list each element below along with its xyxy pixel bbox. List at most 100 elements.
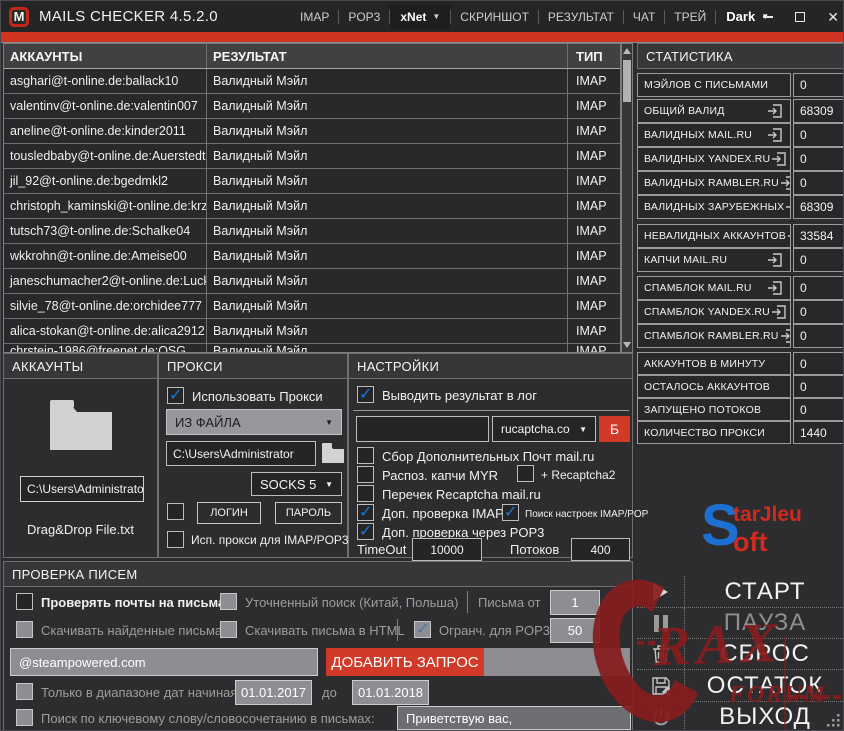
pop3-check-checkbox[interactable]: [357, 521, 374, 541]
auth-checkbox[interactable]: [167, 503, 184, 520]
log-output-checkbox[interactable]: [357, 384, 374, 404]
power-icon: [637, 702, 685, 730]
use-proxy-imap-checkbox[interactable]: [167, 531, 184, 548]
col-type[interactable]: ТИП: [568, 44, 620, 68]
cell-type: IMAP: [576, 149, 607, 163]
table-row[interactable]: asghari@t-online.de:ballack10 Валидный Мэ…: [4, 69, 620, 94]
table-row-clipped[interactable]: chrstein-1986@freenet.de:OSG Валидный Мэй…: [4, 344, 620, 352]
menu-result[interactable]: РЕЗУЛЬТАТ: [539, 10, 623, 24]
reset-label: СБРОС: [720, 640, 810, 667]
export-icon[interactable]: [770, 303, 788, 321]
recaptcha2-checkbox[interactable]: [517, 465, 534, 482]
add-query-button[interactable]: ДОБАВИТЬ ЗАПРОС: [326, 648, 484, 676]
download-html-checkbox[interactable]: [220, 621, 237, 638]
folder-icon[interactable]: [48, 398, 114, 452]
cell-type: IMAP: [576, 299, 607, 313]
table-row[interactable]: alica-stokan@t-online.de:alica2912 Валидн…: [4, 319, 620, 344]
start-button[interactable]: СТАРТ: [637, 576, 843, 607]
export-icon[interactable]: [770, 150, 788, 168]
keyword-checkbox[interactable]: [16, 709, 33, 726]
threads-label: Потоков: [510, 542, 560, 557]
col-accounts[interactable]: АККАУНТЫ: [4, 44, 206, 68]
xnet-dropdown[interactable]: xNet ▼: [390, 4, 451, 29]
collect-mails-checkbox[interactable]: [357, 447, 374, 464]
export-icon[interactable]: [766, 279, 784, 297]
table-row[interactable]: silvie_78@t-online.de:orchidee777 Валидны…: [4, 294, 620, 319]
reset-button[interactable]: СБРОС: [637, 638, 843, 669]
table-scrollbar[interactable]: [621, 43, 633, 353]
scrollbar-thumb[interactable]: [623, 60, 631, 102]
table-header: АККАУНТЫ РЕЗУЛЬТАТ ТИП: [4, 44, 620, 69]
keyword-input[interactable]: Приветствую вас,: [397, 706, 631, 730]
resize-grip[interactable]: [827, 714, 840, 727]
table-row[interactable]: janeschumacher2@t-online.de:Lucky Валидны…: [4, 269, 620, 294]
maximize-button[interactable]: [795, 11, 806, 22]
export-icon[interactable]: [784, 198, 791, 216]
export-icon[interactable]: [779, 327, 791, 345]
table-row[interactable]: valentinv@t-online.de:valentin007 Валидны…: [4, 94, 620, 119]
pop3-limit-input[interactable]: 50: [550, 618, 600, 643]
export-icon[interactable]: [786, 227, 791, 245]
scroll-up-icon[interactable]: [623, 48, 631, 54]
pop3-limit-checkbox[interactable]: [414, 619, 431, 639]
col-result[interactable]: РЕЗУЛЬТАТ: [206, 44, 568, 68]
accounts-file-path[interactable]: C:\Users\Administrato: [20, 476, 144, 502]
table-row[interactable]: jil_92@t-online.de:bgedmkl2 Валидный Мэйл…: [4, 169, 620, 194]
captcha-service-dropdown[interactable]: rucaptcha.co ▼: [492, 416, 596, 442]
proxy-source-dropdown[interactable]: ИЗ ФАЙЛА ▼: [166, 409, 342, 435]
proxy-type-dropdown[interactable]: SOCKS 5 ▼: [251, 472, 342, 496]
menu-pop3[interactable]: POP3: [339, 10, 389, 24]
logo-bottom-text: oft: [733, 527, 768, 557]
start-label: СТАРТ: [724, 577, 806, 605]
minimize-button[interactable]: [763, 15, 774, 18]
rest-button[interactable]: ОСТАТОК: [637, 669, 843, 701]
captcha-key-input[interactable]: [356, 416, 489, 442]
threads-input[interactable]: 400: [571, 538, 630, 561]
collect-mails-label: Сбор Дополнительных Почт mail.ru: [382, 449, 595, 464]
proxy-file-path[interactable]: C:\Users\Administrator: [166, 441, 316, 466]
cell-result: Валидный Мэйл: [206, 194, 568, 218]
cell-type: IMAP: [576, 74, 607, 88]
pause-button[interactable]: ПАУЗА: [637, 607, 843, 638]
date-from-input[interactable]: 01.01.2017: [235, 680, 312, 705]
download-found-checkbox[interactable]: [16, 621, 33, 638]
imap-check-checkbox[interactable]: [357, 502, 374, 522]
imap-settings-checkbox[interactable]: [502, 502, 519, 522]
dragdrop-hint: Drag&Drop File.txt: [27, 522, 134, 537]
export-icon[interactable]: [766, 102, 784, 120]
date-to-input[interactable]: 01.01.2018: [352, 680, 429, 705]
query-input[interactable]: @steampowered.com: [10, 648, 318, 676]
date-range-checkbox[interactable]: [16, 683, 33, 700]
scroll-down-icon[interactable]: [623, 342, 631, 348]
table-row[interactable]: wkkrohn@t-online.de:Ameise00 Валидный Мэй…: [4, 244, 620, 269]
export-icon[interactable]: [766, 251, 784, 269]
stat-row: ОСТАЛОСЬ АККАУНТОВ 0: [637, 375, 843, 398]
table-row[interactable]: aneline@t-online.de:kinder2011 Валидный М…: [4, 119, 620, 144]
trash-icon: [637, 639, 685, 669]
use-proxy-checkbox[interactable]: [167, 385, 184, 405]
table-row[interactable]: christoph_kaminski@t-online.de:krzy Валид…: [4, 194, 620, 219]
balance-button[interactable]: Б: [599, 416, 630, 442]
date-range-label: Только в диапазоне дат начиная с: [41, 685, 248, 700]
recaptcha-mail-checkbox[interactable]: [357, 485, 374, 502]
password-button[interactable]: ПАРОЛЬ: [275, 502, 342, 524]
folder-icon[interactable]: [321, 442, 345, 464]
menu-screenshot[interactable]: СКРИНШОТ: [451, 10, 538, 24]
exit-button[interactable]: ВЫХОД: [637, 701, 843, 730]
menu-chat[interactable]: ЧАТ: [624, 10, 664, 24]
menu-tray[interactable]: ТРЕЙ: [665, 10, 715, 24]
refined-search-checkbox[interactable]: [220, 593, 237, 610]
accounts-panel: АККАУНТЫ C:\Users\Administrato Drag&Drop…: [3, 353, 158, 558]
check-mails-checkbox[interactable]: [16, 593, 33, 610]
cell-result: Валидный Мэйл: [206, 119, 568, 143]
letters-from-input[interactable]: 1: [550, 590, 600, 615]
timeout-input[interactable]: 10000: [412, 538, 482, 561]
login-button[interactable]: ЛОГИН: [197, 502, 261, 524]
table-row[interactable]: tousledbaby@t-online.de:Auerstedt1 Валидн…: [4, 144, 620, 169]
menu-imap[interactable]: IMAP: [291, 10, 338, 24]
export-icon[interactable]: [779, 174, 791, 192]
table-row[interactable]: tutsch73@t-online.de:Schalke04 Валидный М…: [4, 219, 620, 244]
export-icon[interactable]: [766, 126, 784, 144]
close-button[interactable]: ✕: [827, 10, 839, 24]
captcha-myr-checkbox[interactable]: [357, 466, 374, 483]
